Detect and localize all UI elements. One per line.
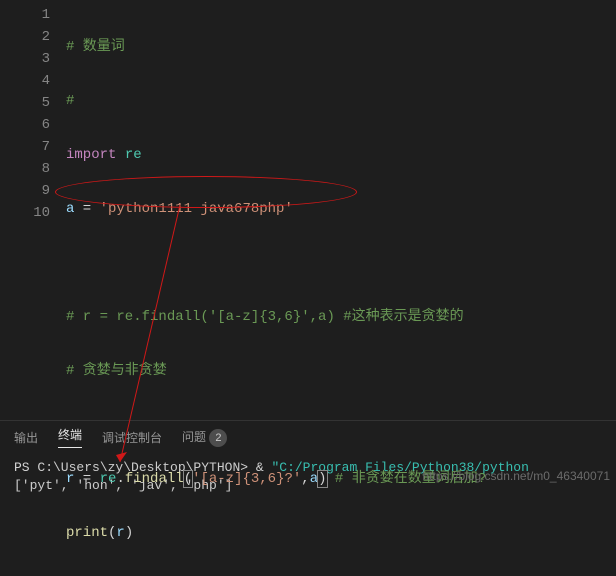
- keyword-import: import: [66, 147, 116, 163]
- line-gutter: 1 2 3 4 5 6 7 8 9 10: [0, 0, 66, 420]
- comment: #: [66, 93, 74, 109]
- line-number: 7: [0, 136, 50, 158]
- tab-output[interactable]: 输出: [14, 429, 38, 446]
- line-number: 6: [0, 114, 50, 136]
- prompt-ps: PS: [14, 460, 37, 475]
- comment: # 数量词: [66, 39, 125, 55]
- string-literal: 'python1111 java678php': [100, 201, 293, 217]
- line-number: 5: [0, 92, 50, 114]
- module-re: re: [116, 147, 141, 163]
- func-print: print: [66, 525, 108, 541]
- line-number: 1: [0, 4, 50, 26]
- comment: # r = re.findall('[a-z]{3,6}',a) #这种表示是贪…: [66, 309, 464, 325]
- line-number: 8: [0, 158, 50, 180]
- line-number: 10: [0, 202, 50, 224]
- line-number: 3: [0, 48, 50, 70]
- comment: # 贪婪与非贪婪: [66, 363, 167, 379]
- watermark: https://blog.csdn.net/m0_46340071: [423, 469, 610, 483]
- regex-string: '[a-z]{3,6}?': [192, 471, 301, 487]
- line-number: 4: [0, 70, 50, 92]
- code-editor[interactable]: 1 2 3 4 5 6 7 8 9 10 # 数量词 # import re a…: [0, 0, 616, 420]
- line-number: 2: [0, 26, 50, 48]
- func-findall: findall: [125, 471, 184, 487]
- line-number: 9: [0, 180, 50, 202]
- code-area[interactable]: # 数量词 # import re a = 'python1111 java67…: [66, 0, 616, 420]
